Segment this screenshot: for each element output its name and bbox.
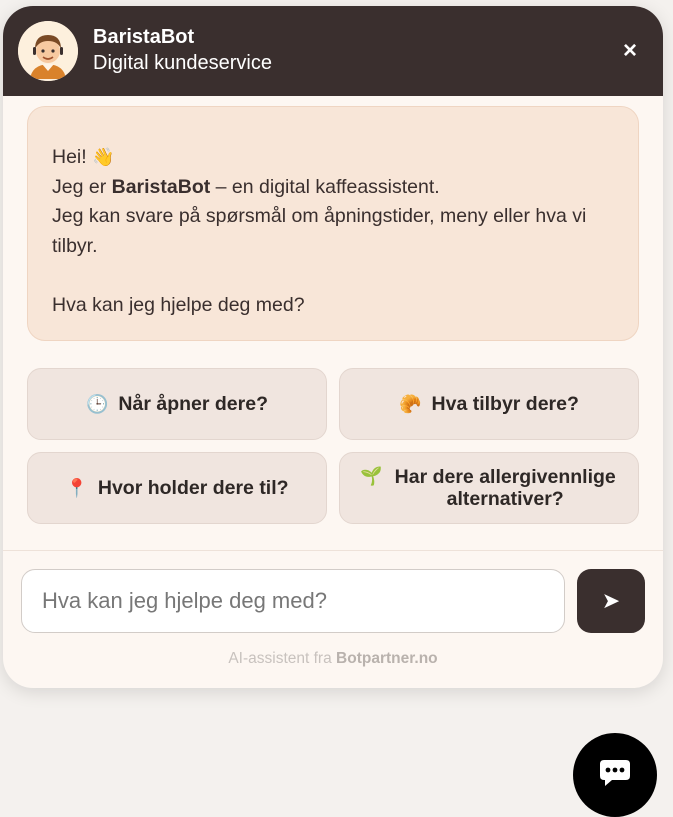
croissant-icon: 🥐	[399, 394, 422, 414]
seedling-icon: 🌱	[360, 466, 383, 486]
waving-hand-icon: 👋	[92, 147, 115, 167]
barista-avatar-icon	[18, 21, 78, 81]
quick-reply-location[interactable]: 📍 Hvor holder dere til?	[27, 452, 327, 524]
intro-capabilities: Jeg kan svare på spørsmål om åpningstide…	[52, 205, 587, 257]
intro-bot-name: BaristaBot	[111, 175, 211, 198]
chat-launcher-button[interactable]	[573, 733, 657, 817]
footer-credit: AI-assistent fra Botpartner.no	[3, 650, 663, 668]
clock-icon: 🕒	[86, 394, 109, 414]
send-icon: ➤	[601, 588, 621, 613]
intro-prefix: Jeg er	[52, 175, 112, 198]
footer-brand: Botpartner.no	[336, 650, 438, 667]
chat-bubble-icon	[598, 758, 632, 793]
quick-reply-label: Hva tilbyr dere?	[431, 393, 579, 415]
message-question: Hva kan jeg hjelpe deg med?	[52, 293, 305, 316]
bot-subtitle: Digital kundeservice	[93, 52, 272, 74]
pin-icon: 📍	[65, 478, 88, 498]
quick-reply-label: Når åpner dere?	[118, 393, 268, 415]
quick-reply-opening-hours[interactable]: 🕒 Når åpner dere?	[27, 368, 327, 440]
footer-prefix: AI-assistent fra	[228, 650, 337, 667]
quick-reply-allergy[interactable]: 🌱 Har dere allergivennlige alternativer?	[339, 452, 639, 524]
quick-reply-offerings[interactable]: 🥐 Hva tilbyr dere?	[339, 368, 639, 440]
message-input[interactable]	[21, 569, 565, 633]
chat-widget: BaristaBot Digital kundeservice × Hei! 👋…	[3, 6, 663, 688]
divider	[3, 550, 663, 551]
close-icon: ×	[622, 37, 637, 64]
send-button[interactable]: ➤	[577, 569, 645, 633]
intro-suffix: – en digital kaffeassistent.	[210, 175, 440, 198]
bot-name: BaristaBot	[93, 26, 195, 48]
quick-reply-label: Hvor holder dere til?	[97, 477, 289, 499]
chat-header: BaristaBot Digital kundeservice ×	[3, 6, 663, 96]
greeting-text: Hei!	[52, 146, 87, 168]
quick-reply-label: Har dere allergivennlige alternativer?	[394, 466, 616, 510]
bot-message: Hei! 👋 Jeg er BaristaBot – en digital ka…	[27, 106, 639, 341]
close-button[interactable]: ×	[615, 36, 645, 66]
